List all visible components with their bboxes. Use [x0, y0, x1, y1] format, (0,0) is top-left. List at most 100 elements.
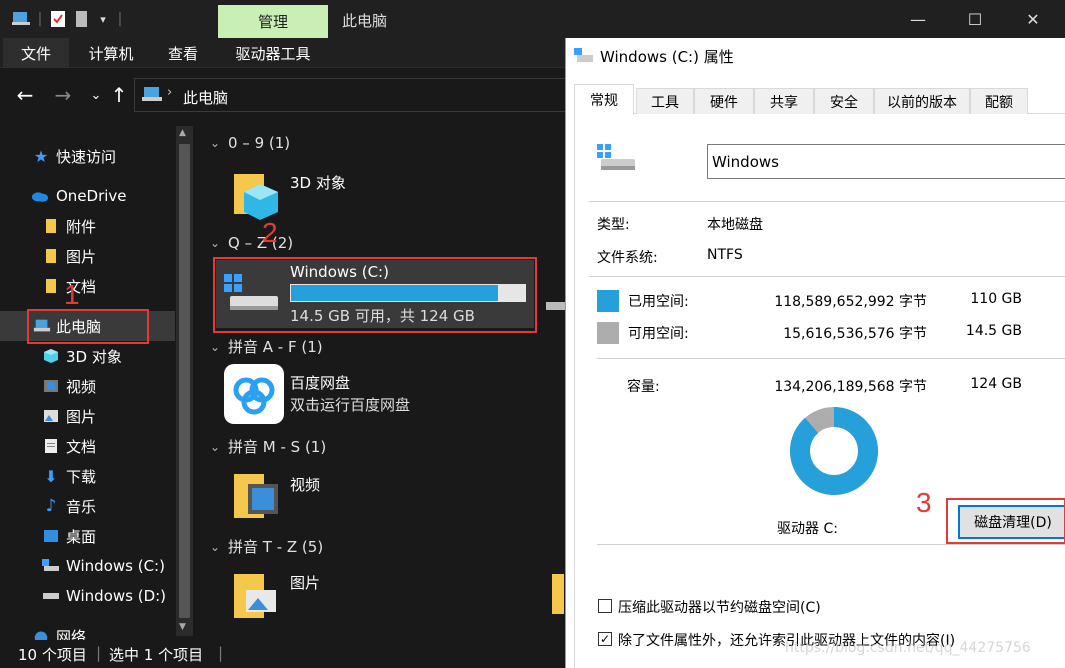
status-bar: 10 个项目 | 选中 1 个项目 | — [0, 640, 565, 668]
nav-music[interactable]: ♪ 音乐 — [0, 491, 175, 521]
nav-label: 图片 — [66, 407, 97, 426]
picture-icon — [42, 407, 60, 425]
tab-hardware[interactable]: 硬件 — [694, 88, 754, 114]
group-header-q-z[interactable]: ⌄ Q – Z (2) — [210, 234, 293, 252]
nav-label: 下载 — [66, 467, 97, 486]
content-pane: ⌄ 0 – 9 (1) 3D 对象 ⌄ Q – Z (2) Windows (C… — [200, 122, 565, 640]
nav-onedrive-documents[interactable]: 文档 — [0, 271, 175, 301]
compress-drive-checkbox[interactable] — [598, 599, 612, 613]
nav-desktop[interactable]: 桌面 — [0, 521, 175, 551]
tile-videos[interactable]: 视频 — [230, 462, 550, 526]
nav-onedrive-pictures[interactable]: 图片 — [0, 241, 175, 271]
divider — [597, 358, 1065, 359]
navigation-bar: ← → ⌄ ↑ › 此电脑 — [0, 68, 565, 122]
document-icon — [42, 437, 60, 455]
nav-label: 音乐 — [66, 497, 97, 516]
navigation-pane-scrollbar[interactable]: ▲ ▼ — [176, 126, 193, 636]
highlight-box-disk-cleanup — [946, 498, 1065, 544]
nav-3d-objects[interactable]: 3D 对象 — [0, 341, 175, 371]
breadcrumb-this-pc[interactable]: 此电脑 — [183, 87, 228, 108]
index-content-checkbox[interactable]: ✓ — [598, 632, 612, 646]
item-count: 10 个项目 — [18, 646, 87, 664]
forward-arrow-icon[interactable]: → — [51, 83, 75, 107]
volume-name-input[interactable] — [707, 144, 1065, 179]
watermark-url: https://blog.csdn.net/qq_44275756 — [785, 640, 1031, 656]
nav-documents[interactable]: 文档 — [0, 431, 175, 461]
drive-icon — [42, 587, 60, 605]
tab-security[interactable]: 安全 — [814, 88, 874, 114]
recent-locations-chevron-icon[interactable]: ⌄ — [84, 83, 108, 107]
group-header-pinyin-a-f[interactable]: ⌄ 拼音 A - F (1) — [210, 336, 323, 357]
nav-label: 视频 — [66, 377, 97, 396]
nav-drive-c[interactable]: Windows (C:) — [0, 551, 175, 581]
nav-videos[interactable]: 视频 — [0, 371, 175, 401]
general-tab-panel: 类型: 本地磁盘 文件系统: NTFS 已用空间: 118,589,652,99… — [574, 114, 1065, 668]
nav-drive-d[interactable]: Windows (D:) — [0, 581, 175, 611]
tile-pictures[interactable]: 图片 — [230, 562, 550, 626]
scrollbar-thumb[interactable] — [179, 144, 190, 618]
nav-quick-access[interactable]: ★ 快速访问 — [0, 141, 175, 171]
customize-qat-icon[interactable]: ▾ — [96, 8, 110, 30]
ribbon-tab-drive-tools[interactable]: 驱动器工具 — [222, 38, 324, 68]
scroll-down-icon[interactable]: ▼ — [179, 622, 186, 632]
tab-previous-versions[interactable]: 以前的版本 — [874, 88, 970, 114]
free-space-size: 14.5 GB — [965, 323, 1022, 339]
drive-letter-label: 驱动器 C: — [777, 521, 838, 537]
chevron-down-icon: ⌄ — [210, 439, 221, 454]
divider — [589, 201, 1065, 202]
compress-drive-label: 压缩此驱动器以节约磁盘空间(C) — [618, 600, 821, 616]
tile-baidu-netdisk[interactable]: 百度网盘 双击运行百度网盘 — [222, 362, 542, 426]
ribbon-tab-file[interactable]: 文件 — [3, 38, 69, 68]
drive-icon — [544, 294, 565, 320]
separator: | — [218, 644, 224, 662]
nav-onedrive-attachments[interactable]: 附件 — [0, 211, 175, 241]
tab-quota[interactable]: 配额 — [970, 88, 1028, 114]
group-header-0-9[interactable]: ⌄ 0 – 9 (1) — [210, 134, 290, 152]
nav-label: 图片 — [66, 247, 97, 266]
nav-onedrive[interactable]: OneDrive — [0, 181, 175, 211]
scroll-up-icon[interactable]: ▲ — [179, 128, 186, 138]
tile-3d-objects[interactable]: 3D 对象 — [230, 160, 550, 224]
ribbon-context-tab-manage[interactable]: 管理 — [218, 5, 328, 38]
cube-icon — [42, 347, 60, 365]
properties-quick-icon[interactable] — [48, 8, 68, 30]
folder-video-icon — [230, 466, 282, 526]
type-label: 类型: — [597, 217, 630, 233]
group-header-pinyin-t-z[interactable]: ⌄ 拼音 T - Z (5) — [210, 536, 323, 557]
dialog-title-bar: Windows (C:) 属性 — [566, 38, 1065, 74]
navigation-pane: ★ 快速访问 OneDrive 附件 图片 文档 此电脑 3D 对象 视频 图片… — [0, 122, 197, 640]
chevron-down-icon: ⌄ — [210, 236, 221, 250]
tab-sharing[interactable]: 共享 — [754, 88, 814, 114]
maximize-icon[interactable]: ☐ — [960, 6, 990, 32]
system-drive-icon — [574, 48, 594, 68]
back-arrow-icon[interactable]: ← — [13, 83, 37, 107]
tab-tools[interactable]: 工具 — [636, 88, 694, 114]
divider — [597, 544, 1065, 545]
tab-general[interactable]: 常规 — [574, 84, 634, 115]
separator: | — [96, 644, 102, 662]
ribbon-tabs: 文件 计算机 查看 驱动器工具 — [0, 38, 565, 68]
annotation-step-1: 1 — [64, 279, 80, 310]
nav-pictures[interactable]: 图片 — [0, 401, 175, 431]
highlight-box-this-pc — [27, 309, 149, 344]
disk-usage-donut — [790, 407, 878, 495]
minimize-icon[interactable]: — — [903, 6, 933, 32]
address-bar[interactable]: › 此电脑 — [134, 78, 565, 112]
nav-label: 快速访问 — [56, 147, 117, 166]
ribbon-tab-view[interactable]: 查看 — [154, 38, 212, 68]
baidu-netdisk-icon — [224, 364, 284, 428]
new-folder-quick-icon[interactable] — [74, 8, 90, 30]
close-icon[interactable]: ✕ — [1018, 6, 1048, 32]
free-space-swatch — [597, 322, 619, 344]
nav-network[interactable]: 网络 — [0, 621, 175, 640]
breadcrumb-chevron-icon[interactable]: › — [167, 85, 172, 100]
ribbon-tab-computer[interactable]: 计算机 — [76, 38, 146, 68]
music-note-icon: ♪ — [45, 496, 57, 516]
nav-label: 附件 — [66, 217, 97, 236]
chevron-down-icon: ⌄ — [210, 339, 221, 354]
nav-label: Windows (C:) — [66, 557, 165, 575]
nav-downloads[interactable]: ⬇ 下载 — [0, 461, 175, 491]
film-icon — [42, 377, 60, 395]
group-header-pinyin-m-s[interactable]: ⌄ 拼音 M - S (1) — [210, 436, 326, 457]
up-arrow-icon[interactable]: ↑ — [107, 83, 131, 107]
